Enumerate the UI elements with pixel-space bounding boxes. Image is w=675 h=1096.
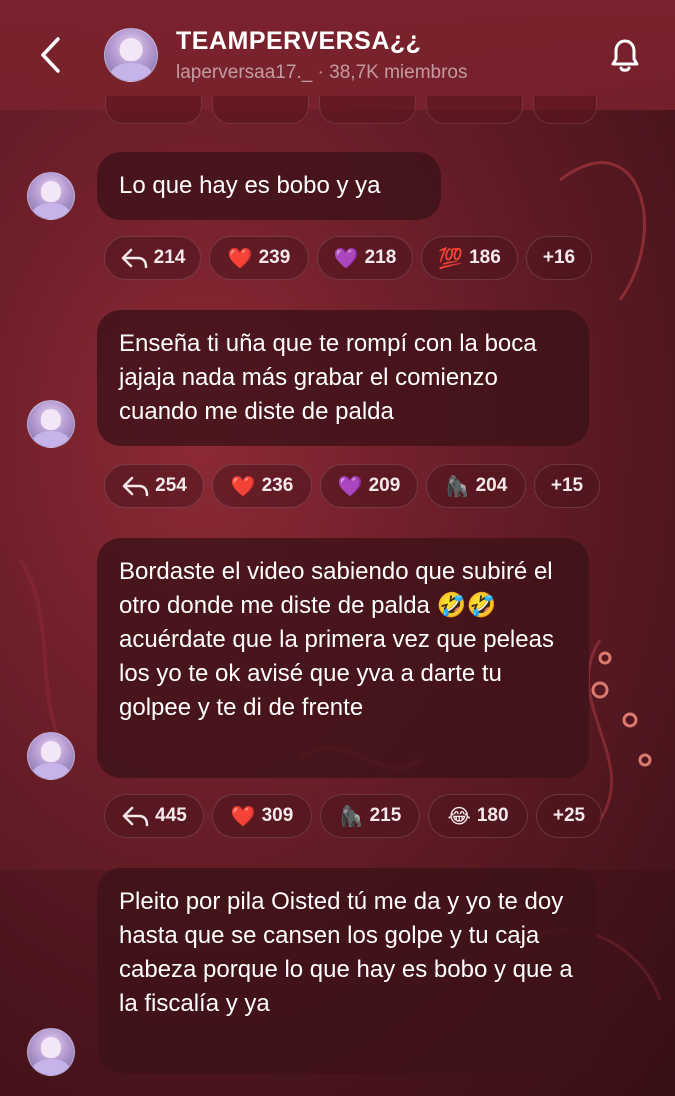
previous-reactions-row xyxy=(105,96,597,124)
reaction-count: 236 xyxy=(261,475,294,496)
reply-count: 254 xyxy=(155,475,187,496)
reaction-bar: 254 ❤️ 236 💜 209 🦍 204 +15 xyxy=(104,464,600,508)
heart-icon: ❤️ xyxy=(227,246,253,270)
notifications-button[interactable] xyxy=(603,33,647,77)
reaction-hundred[interactable]: 💯 186 xyxy=(421,236,518,280)
reply-count: 214 xyxy=(153,247,186,268)
reaction-count: 186 xyxy=(469,247,501,268)
group-info[interactable]: TEAMPERVERSA¿¿ laperversaa17._ · 38,7K m… xyxy=(176,27,603,84)
message-text: Lo que hay es bobo y ya xyxy=(119,172,381,199)
reaction-count: 215 xyxy=(369,805,402,826)
chat-header: TEAMPERVERSA¿¿ laperversaa17._ · 38,7K m… xyxy=(0,0,675,110)
group-title: TEAMPERVERSA¿¿ xyxy=(176,26,422,55)
hundred-icon: 💯 xyxy=(438,246,464,270)
reaction-bar: 214 ❤️ 239 💜 218 💯 186 +16 xyxy=(104,236,592,280)
reaction-heart[interactable]: ❤️ 236 xyxy=(212,464,312,508)
sender-avatar[interactable] xyxy=(27,172,75,220)
message-bubble[interactable]: Bordaste el video sabiendo que subiré el… xyxy=(97,538,589,778)
reaction-heart[interactable]: ❤️ 309 xyxy=(212,794,312,838)
message-bubble[interactable]: Enseña ti uña que te rompí con la boca j… xyxy=(97,310,589,446)
message-text: Pleito por pila Oisted tú me da y yo te … xyxy=(119,888,573,1017)
back-button[interactable] xyxy=(28,33,72,77)
member-count: · 38,7K miembros xyxy=(317,61,468,83)
more-count: +25 xyxy=(552,805,586,826)
group-subtitle: laperversaa17._ · 38,7K miembros xyxy=(176,62,603,84)
purple-heart-icon: 💜 xyxy=(333,246,359,270)
reaction-count: 180 xyxy=(476,805,509,826)
reaction-heart[interactable]: ❤️ 239 xyxy=(209,236,309,280)
group-avatar[interactable] xyxy=(104,28,158,82)
gorilla-icon: 🦍 xyxy=(444,474,470,498)
heart-icon: ❤️ xyxy=(230,804,256,828)
reaction-bar: 445 ❤️ 309 🦍 215 😂 180 +25 xyxy=(104,794,602,838)
reaction-gorilla[interactable]: 🦍 215 xyxy=(320,794,420,838)
reply-button[interactable]: 254 xyxy=(104,464,204,508)
reply-icon xyxy=(121,248,147,269)
sender-avatar[interactable] xyxy=(27,400,75,448)
more-count: +15 xyxy=(550,475,584,496)
more-reactions-button[interactable]: +15 xyxy=(534,464,600,508)
chevron-left-icon xyxy=(41,37,60,73)
reaction-purple-heart[interactable]: 💜 209 xyxy=(320,464,418,508)
reaction-laughing[interactable]: 😂 180 xyxy=(428,794,528,838)
reply-icon xyxy=(122,476,149,497)
sender-avatar[interactable] xyxy=(27,1028,75,1076)
more-count: +16 xyxy=(542,247,576,268)
reaction-purple-heart[interactable]: 💜 218 xyxy=(317,236,413,280)
group-username: laperversaa17._ xyxy=(176,61,313,83)
sender-avatar[interactable] xyxy=(27,732,75,780)
laughing-icon: 😂 xyxy=(447,804,471,828)
message-text: Enseña ti uña que te rompí con la boca j… xyxy=(119,330,537,425)
heart-icon: ❤️ xyxy=(230,474,256,498)
reply-button[interactable]: 445 xyxy=(104,794,204,838)
reply-count: 445 xyxy=(155,805,187,826)
reaction-count: 218 xyxy=(364,247,397,268)
message-text: Bordaste el video sabiendo que subiré el… xyxy=(119,558,554,721)
more-reactions-button[interactable]: +25 xyxy=(536,794,602,838)
purple-heart-icon: 💜 xyxy=(337,474,363,498)
reply-button[interactable]: 214 xyxy=(104,236,201,280)
reaction-count: 309 xyxy=(261,805,294,826)
more-reactions-button[interactable]: +16 xyxy=(526,236,592,280)
bell-icon xyxy=(611,39,639,72)
message-bubble[interactable]: Pleito por pila Oisted tú me da y yo te … xyxy=(97,868,597,1074)
reaction-gorilla[interactable]: 🦍 204 xyxy=(426,464,526,508)
reply-icon xyxy=(122,806,149,827)
message-bubble[interactable]: Lo que hay es bobo y ya xyxy=(97,152,441,220)
reaction-count: 209 xyxy=(368,475,401,496)
gorilla-icon: 🦍 xyxy=(338,804,364,828)
reaction-count: 204 xyxy=(475,475,508,496)
reaction-count: 239 xyxy=(258,247,291,268)
